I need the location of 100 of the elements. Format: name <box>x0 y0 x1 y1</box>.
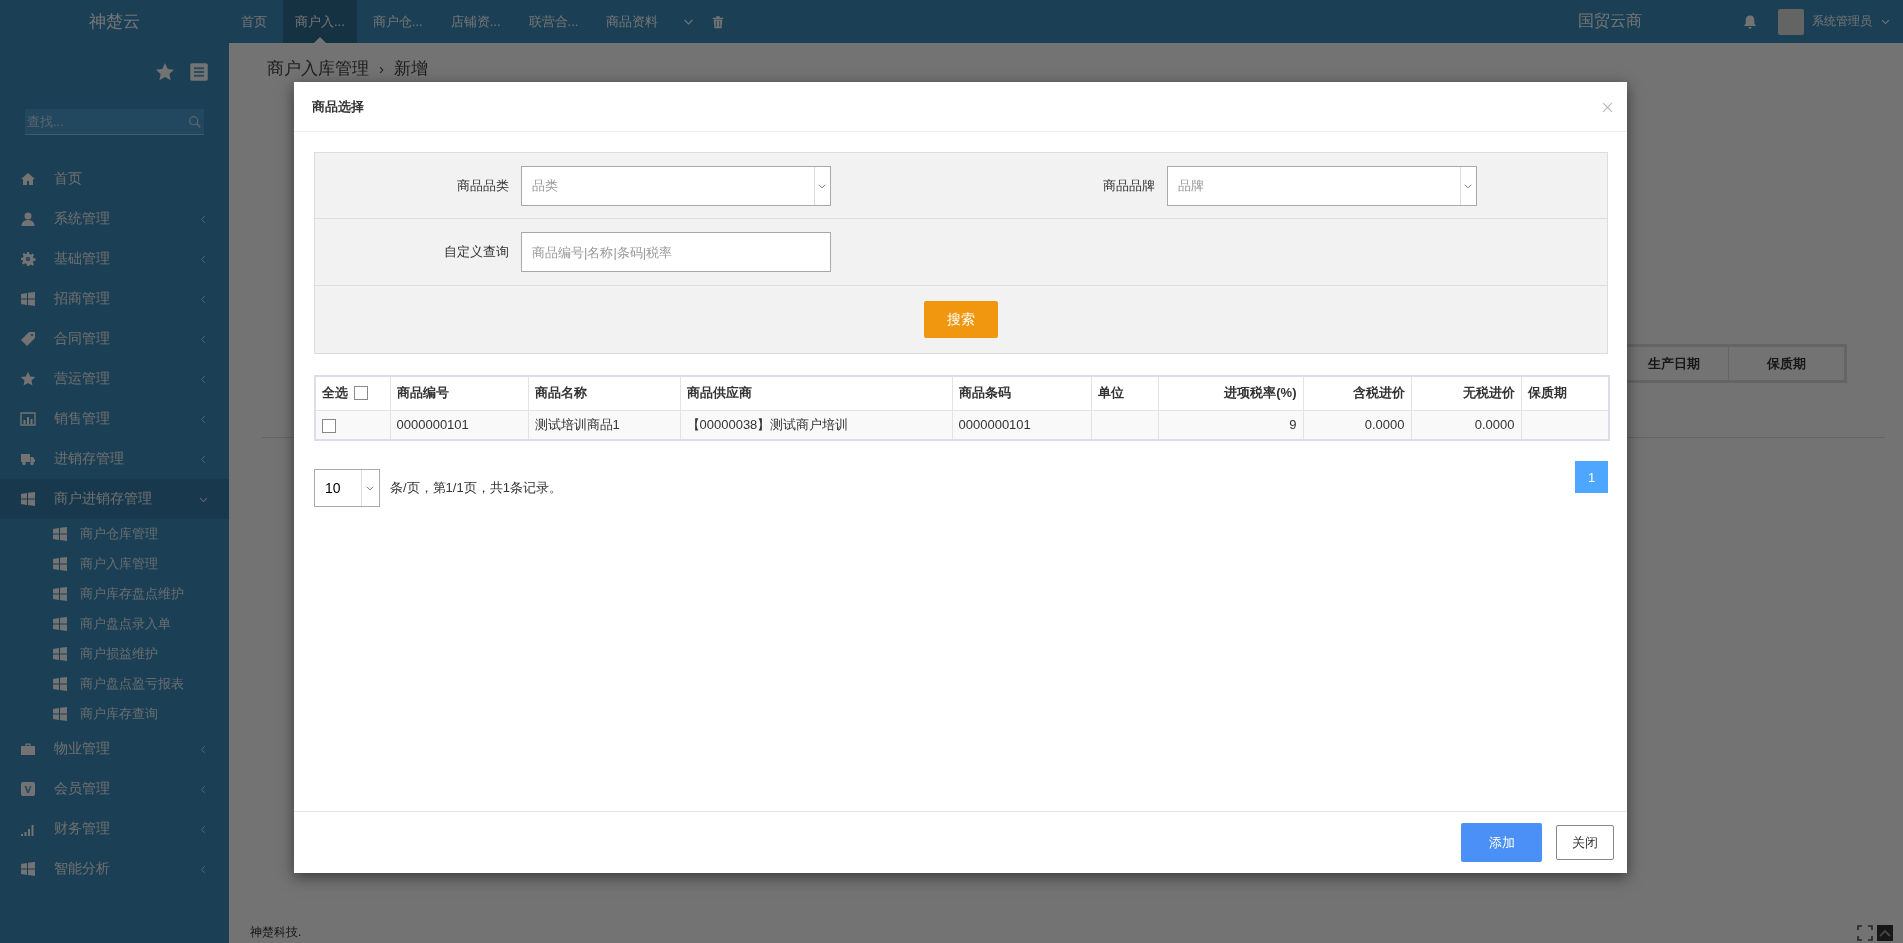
menu-label: 商户损益维护 <box>80 645 158 663</box>
list-icon[interactable] <box>189 62 209 82</box>
menu-item[interactable]: 合同管理 <box>0 319 229 359</box>
nav-tab[interactable]: 商户仓... <box>360 0 435 43</box>
column-header: 单位 <box>1091 376 1158 410</box>
menu-item[interactable]: 招商管理 <box>0 279 229 319</box>
menu-label: 招商管理 <box>54 290 111 308</box>
column-header: 进项税率(%) <box>1158 376 1303 410</box>
submenu-item[interactable]: 商户盘点录入单 <box>0 609 229 639</box>
menu-item[interactable]: 基础管理 <box>0 239 229 279</box>
breadcrumb-item: 新增 <box>394 58 428 80</box>
close-button[interactable]: 关闭 <box>1556 825 1614 860</box>
table-cell: 测试培训商品1 <box>528 410 680 440</box>
submenu-item[interactable]: 商户仓库管理 <box>0 519 229 549</box>
menu-item[interactable]: 智能分析 <box>0 849 229 889</box>
menu-item[interactable]: 首页 <box>0 159 229 199</box>
menu-label: 财务管理 <box>54 820 111 838</box>
submenu-item[interactable]: 商户入库管理 <box>0 549 229 579</box>
trash-icon[interactable] <box>711 14 726 29</box>
briefcase-icon <box>20 741 36 757</box>
windows-icon <box>20 491 36 507</box>
menu-label: 首页 <box>54 170 83 188</box>
gear-icon <box>20 251 36 267</box>
column-header: 商品编号 <box>390 376 528 410</box>
menu-item[interactable]: 商户进销存管理 <box>0 479 229 519</box>
chevron-down-icon[interactable] <box>365 483 375 493</box>
app-logo[interactable]: 神楚云 <box>0 10 229 33</box>
windows-icon <box>52 616 68 632</box>
breadcrumb-item[interactable]: 商户入库管理 <box>267 57 369 80</box>
menu-label: 系统管理 <box>54 210 111 228</box>
fullscreen-icon[interactable] <box>1857 925 1873 941</box>
search-button[interactable]: 搜索 <box>924 301 998 338</box>
tag-icon <box>20 331 36 347</box>
user-avatar[interactable] <box>1778 8 1804 35</box>
nav-tab[interactable]: 商品资料 <box>594 0 671 43</box>
menu-label: 进销存管理 <box>54 450 125 468</box>
modal-title: 商品选择 <box>312 97 365 116</box>
select-field[interactable]: 品类 <box>521 165 831 206</box>
row-checkbox[interactable] <box>322 418 336 433</box>
search-icon[interactable] <box>188 115 201 128</box>
pagination-summary: 条/页，第1/1页，共1条记录。 <box>390 479 562 497</box>
column-header: 无税进价 <box>1411 376 1521 410</box>
nav-tab[interactable]: 店铺资... <box>438 0 513 43</box>
column-header: 全选 <box>322 384 348 403</box>
submenu-item[interactable]: 商户盘点盈亏报表 <box>0 669 229 699</box>
brand-name: 国贸云商 <box>1578 11 1642 31</box>
menu-item[interactable]: 进销存管理 <box>0 439 229 479</box>
column-header: 商品条码 <box>952 376 1091 410</box>
bar-chart-icon <box>20 411 36 427</box>
field-label: 商品品类 <box>456 176 510 195</box>
menu-item[interactable]: 物业管理 <box>0 729 229 769</box>
menu-label: 合同管理 <box>54 330 111 348</box>
table-cell: 9 <box>1158 410 1303 440</box>
windows-icon <box>52 556 68 572</box>
select-field[interactable]: 品牌 <box>1167 165 1477 206</box>
field-label: 自定义查询 <box>443 243 510 261</box>
menu-item[interactable]: 销售管理 <box>0 399 229 439</box>
submenu-item[interactable]: 商户库存盘点维护 <box>0 579 229 609</box>
menu-item[interactable]: 营运管理 <box>0 359 229 399</box>
user-name[interactable]: 系统管理员 <box>1812 13 1872 30</box>
truck-icon <box>20 451 36 467</box>
submenu-item[interactable]: 商户库存查询 <box>0 699 229 729</box>
nav-tab[interactable]: 联营合... <box>516 0 591 43</box>
footer-text: 神楚科技. <box>250 924 302 941</box>
breadcrumb-separator: › <box>379 60 384 77</box>
column-header: 商品名称 <box>528 376 680 410</box>
table-cell: 0000000101 <box>952 410 1091 440</box>
nav-tab[interactable]: 商户入... <box>283 0 357 43</box>
select-all-checkbox[interactable] <box>354 386 368 401</box>
menu-item[interactable]: 会员管理 <box>0 769 229 809</box>
menu-label: 商户盘点盈亏报表 <box>80 675 184 693</box>
star-icon[interactable] <box>155 62 175 82</box>
menu-label: 销售管理 <box>54 410 111 428</box>
bell-icon[interactable] <box>1742 13 1758 30</box>
menu-label: 商户进销存管理 <box>54 490 153 508</box>
v-square-icon <box>20 781 36 797</box>
column-header: 商品供应商 <box>680 376 952 410</box>
menu-label: 物业管理 <box>54 740 111 758</box>
nav-tab[interactable]: 首页 <box>229 0 279 43</box>
column-header: 保质期 <box>1728 347 1844 380</box>
menu-label: 商户库存查询 <box>80 705 158 723</box>
input-field[interactable]: 商品编号|名称|条码|税率 <box>521 232 831 272</box>
star-icon <box>20 371 36 387</box>
chevron-up-icon[interactable] <box>1877 925 1893 941</box>
add-button[interactable]: 添加 <box>1461 823 1542 862</box>
windows-icon <box>52 646 68 662</box>
windows-icon <box>20 861 36 877</box>
table-cell: 0000000101 <box>390 410 528 440</box>
menu-item[interactable]: 系统管理 <box>0 199 229 239</box>
menu-label: 基础管理 <box>54 250 111 268</box>
home-icon <box>20 171 36 187</box>
user-icon <box>20 211 36 227</box>
menu-label: 会员管理 <box>54 780 111 798</box>
menu-item[interactable]: 财务管理 <box>0 809 229 849</box>
submenu-item[interactable]: 商户损益维护 <box>0 639 229 669</box>
table-cell: 0.0000 <box>1411 410 1521 440</box>
table-cell: 【00000038】测试商户培训 <box>680 410 952 440</box>
menu-label: 商户盘点录入单 <box>80 615 171 633</box>
page-button[interactable]: 1 <box>1575 461 1608 493</box>
windows-icon <box>52 526 68 542</box>
